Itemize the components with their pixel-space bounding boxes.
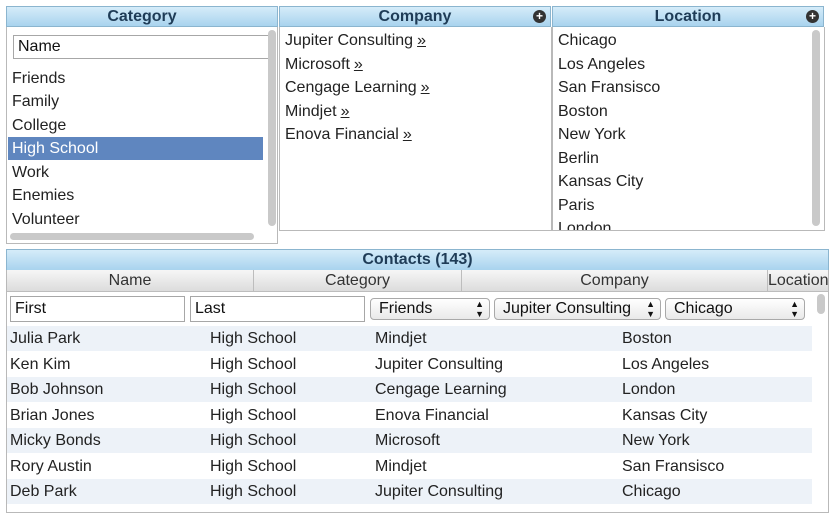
cell-category: High School [210, 458, 297, 475]
company-item-label: Enova Financial [285, 126, 399, 143]
contacts-vertical-scrollbar[interactable] [817, 294, 825, 314]
location-item[interactable]: London [558, 217, 611, 230]
table-row[interactable]: Rory Austin High School Mindjet San Fran… [7, 454, 812, 479]
up-down-arrow-icon: ▲ ▼ [475, 299, 484, 319]
cell-company: Cengage Learning [375, 381, 507, 398]
location-panel: Chicago Los Angeles San Fransisco Boston… [552, 27, 825, 231]
location-item[interactable]: Paris [558, 194, 594, 217]
company-item[interactable]: Cengage Learning» [285, 76, 430, 99]
cell-company: Jupiter Consulting [375, 356, 504, 373]
location-vertical-scrollbar[interactable] [812, 30, 820, 226]
company-item-label: Jupiter Consulting [285, 32, 414, 49]
cell-category: High School [210, 330, 297, 347]
location-filter-value: Chicago [674, 300, 733, 317]
cell-location: London [622, 381, 676, 398]
company-filter-select[interactable]: Jupiter Consulting ▲ ▼ [494, 298, 661, 320]
location-filter-select[interactable]: Chicago ▲ ▼ [665, 298, 805, 320]
category-vertical-scrollbar[interactable] [268, 30, 276, 226]
location-item[interactable]: Berlin [558, 147, 599, 170]
location-item[interactable]: Boston [558, 100, 608, 123]
column-header-category[interactable]: Category [254, 270, 462, 292]
cell-company: Enova Financial [375, 407, 489, 424]
category-item[interactable]: Family [12, 90, 59, 113]
company-filter-value: Jupiter Consulting [503, 300, 632, 317]
cell-category: High School [210, 483, 297, 500]
table-row[interactable]: Micky Bonds High School Microsoft New Yo… [7, 428, 812, 453]
company-link-arrow[interactable]: » [341, 103, 350, 120]
table-row[interactable]: Bob Johnson High School Cengage Learning… [7, 377, 812, 402]
cell-location: Kansas City [622, 407, 708, 424]
company-item[interactable]: Microsoft» [285, 53, 363, 76]
last-name-filter-input[interactable]: Last [190, 296, 365, 322]
location-item[interactable]: San Fransisco [558, 76, 660, 99]
category-item[interactable]: College [12, 114, 66, 137]
location-item[interactable]: Los Angeles [558, 53, 645, 76]
cell-location: Chicago [622, 483, 681, 500]
cell-category: High School [210, 407, 297, 424]
cell-name: Rory Austin [10, 458, 92, 475]
location-item[interactable]: Kansas City [558, 170, 643, 193]
company-item-label: Cengage Learning [285, 79, 417, 96]
company-panel: Jupiter Consulting» Microsoft» Cengage L… [279, 27, 552, 231]
cell-name: Julia Park [10, 330, 81, 347]
category-panel: Name Friends Family College High School … [6, 27, 278, 244]
contacts-header: Contacts (143) [6, 249, 829, 271]
category-header: Category [6, 6, 278, 27]
table-row[interactable]: Ken Kim High School Jupiter Consulting L… [7, 352, 812, 377]
company-item[interactable]: Jupiter Consulting» [285, 29, 426, 52]
category-item-selected[interactable]: High School [8, 137, 263, 160]
company-item-label: Microsoft [285, 56, 350, 73]
company-item[interactable]: Mindjet» [285, 100, 349, 123]
company-link-arrow[interactable]: » [417, 32, 426, 49]
cell-name: Brian Jones [10, 407, 95, 424]
company-link-arrow[interactable]: » [421, 79, 430, 96]
category-item[interactable]: Enemies [12, 184, 74, 207]
location-item[interactable]: New York [558, 123, 626, 146]
cell-company: Jupiter Consulting [375, 483, 504, 500]
first-name-filter-input[interactable]: First [10, 296, 185, 322]
cell-company: Microsoft [375, 432, 440, 449]
table-row[interactable]: Julia Park High School Mindjet Boston [7, 326, 812, 351]
up-down-arrow-icon: ▲ ▼ [646, 299, 655, 319]
location-item[interactable]: Chicago [558, 29, 617, 52]
table-row[interactable]: Deb Park High School Jupiter Consulting … [7, 479, 812, 504]
cell-name: Ken Kim [10, 356, 71, 373]
up-down-arrow-icon: ▲ ▼ [790, 299, 799, 319]
cell-category: High School [210, 432, 297, 449]
column-header-name[interactable]: Name [7, 270, 254, 292]
table-row[interactable]: Brian Jones High School Enova Financial … [7, 403, 812, 428]
company-header: Company + [279, 6, 551, 27]
company-header-label: Company [378, 8, 452, 25]
location-header: Location + [552, 6, 824, 27]
category-filter-value: Friends [379, 300, 433, 317]
plus-circle-icon[interactable]: + [533, 10, 546, 23]
category-search-input[interactable]: Name [13, 35, 271, 59]
cell-company: Mindjet [375, 458, 427, 475]
cell-location: New York [622, 432, 690, 449]
cell-name: Bob Johnson [10, 381, 104, 398]
cell-name: Deb Park [10, 483, 77, 500]
company-item-label: Mindjet [285, 103, 337, 120]
category-horizontal-scrollbar[interactable] [10, 233, 254, 240]
category-item[interactable]: Work [12, 161, 49, 184]
cell-category: High School [210, 381, 297, 398]
category-filter-select[interactable]: Friends ▲ ▼ [370, 298, 490, 320]
cell-category: High School [210, 356, 297, 373]
cell-name: Micky Bonds [10, 432, 101, 449]
cell-location: Boston [622, 330, 672, 347]
company-link-arrow[interactable]: » [403, 126, 412, 143]
cell-location: San Fransisco [622, 458, 725, 475]
category-item[interactable]: Volunteer [12, 208, 80, 231]
cell-company: Mindjet [375, 330, 427, 347]
column-header-location[interactable]: Location [768, 270, 829, 292]
column-header-company[interactable]: Company [462, 270, 768, 292]
location-header-label: Location [654, 8, 722, 25]
company-item[interactable]: Enova Financial» [285, 123, 412, 146]
category-item[interactable]: Friends [12, 67, 65, 90]
company-link-arrow[interactable]: » [354, 56, 363, 73]
cell-location: Los Angeles [622, 356, 710, 373]
plus-circle-icon[interactable]: + [806, 10, 819, 23]
